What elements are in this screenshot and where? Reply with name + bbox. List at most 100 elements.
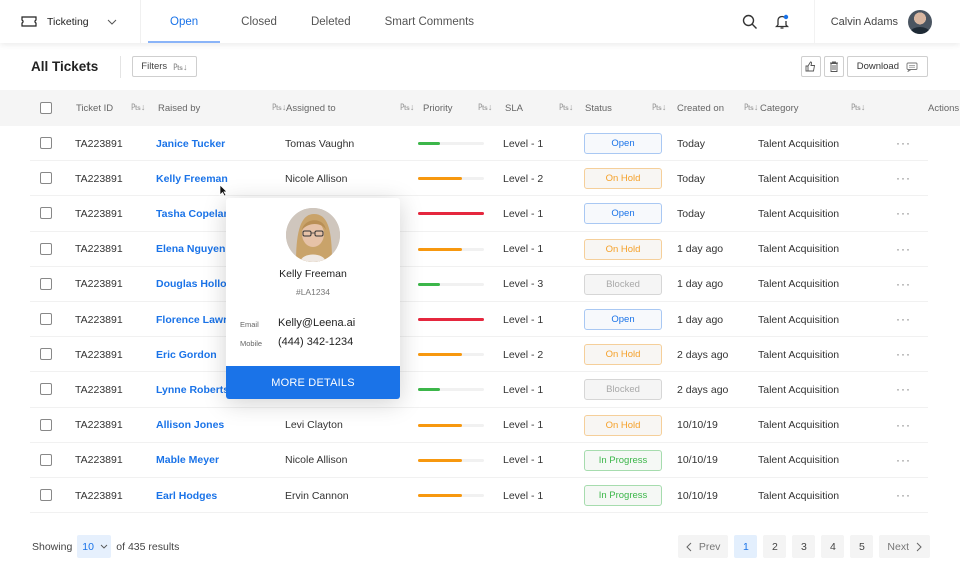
table-row[interactable]: TA223891 Tasha Copeland Level - 1 Open Today… [0,196,960,232]
row-actions-menu[interactable]: ··· [896,382,911,396]
column-header-created-on[interactable]: Created on [677,90,724,126]
page-size-select[interactable]: 10 [77,535,112,558]
assigned-to: Levi Clayton [285,419,343,432]
page-button-5[interactable]: 5 [850,535,874,558]
sort-icon[interactable]: ₧↓ [851,102,865,112]
sort-icon[interactable]: ₧↓ [652,102,666,112]
row-actions-menu[interactable]: ··· [896,277,911,291]
sort-icon[interactable]: ₧↓ [272,102,286,112]
column-header-category[interactable]: Category [760,90,799,126]
table-row[interactable]: TA223891 Douglas Holloway Level - 3 Blocked… [0,267,960,303]
column-header-ticket-id[interactable]: Ticket ID [76,90,113,126]
sla-level: Level - 1 [503,383,544,396]
table-row[interactable]: TA223891 Lynne Roberts Level - 1 Blocked 2 d… [0,372,960,408]
table-row[interactable]: TA223891 Earl Hodges Ervin Cannon Level - 1… [0,478,960,514]
page-button-2[interactable]: 2 [763,535,787,558]
priority-bar-fill [418,177,463,181]
user-menu[interactable]: Calvin Adams [813,0,960,43]
row-actions-menu[interactable]: ··· [896,488,911,502]
delete-button[interactable] [823,56,844,77]
table-row[interactable]: TA223891 Florence Lawrence Level - 1 Open 1 … [0,302,960,338]
table-row[interactable]: TA223891 Mable Meyer Nicole Allison Level -… [0,443,960,479]
raised-by-link[interactable]: Janice Tucker [156,126,225,161]
column-header-sla[interactable]: SLA [505,90,523,126]
raised-by-link[interactable]: Tasha Copeland [156,196,236,231]
row-actions-menu[interactable]: ··· [896,206,911,220]
select-all-checkbox[interactable] [40,102,52,114]
mobile-label: Mobile [240,339,263,348]
created-on: 1 day ago [677,278,724,291]
column-header-priority[interactable]: Priority [423,90,453,126]
tab-smart-comments[interactable]: Smart Comments [372,0,487,43]
prev-page-button[interactable]: Prev [677,535,729,558]
notifications-button[interactable] [768,8,796,36]
row-checkbox[interactable] [40,277,52,290]
row-checkbox[interactable] [40,172,52,185]
row-checkbox[interactable] [40,137,52,149]
row-checkbox[interactable] [40,207,52,220]
status-badge: On Hold [584,168,662,190]
tab-deleted[interactable]: Deleted [298,0,364,43]
column-header-assigned-to[interactable]: Assigned to [286,90,336,126]
row-checkbox[interactable] [40,383,52,396]
approve-button[interactable] [800,56,821,77]
row-actions-menu[interactable]: ··· [896,312,911,326]
raised-by-link[interactable]: Earl Hodges [156,478,217,513]
email-value[interactable]: Kelly@Leena.ai [278,317,355,329]
sort-icon[interactable]: ₧↓ [131,102,145,112]
page-button-3[interactable]: 3 [792,535,816,558]
row-actions-menu[interactable]: ··· [896,453,911,467]
raised-by-link[interactable]: Mable Meyer [156,443,219,478]
sort-icon[interactable]: ₧↓ [744,102,758,112]
sort-icon[interactable]: ₧↓ [559,102,573,112]
table-row[interactable]: TA223891 Elena Nguyen Level - 1 On Hold 1 da… [0,232,960,267]
raised-by-link[interactable]: Elena Nguyen [156,232,225,267]
table-row[interactable]: TA223891 Janice Tucker Tomas Vaughn Level -… [0,126,960,162]
status-badge: On Hold [584,414,662,436]
tab-open[interactable]: Open [148,0,221,43]
page-size-value: 10 [82,540,94,553]
download-button[interactable]: Download [846,56,928,77]
row-actions-menu[interactable]: ··· [896,136,911,150]
created-on: Today [677,172,706,185]
sort-icon[interactable]: ₧↓ [478,102,492,112]
row-checkbox[interactable] [40,242,52,255]
raised-by-link[interactable]: Allison Jones [156,408,224,443]
row-actions-menu[interactable]: ··· [896,347,911,361]
page-button-1[interactable]: 1 [734,535,758,558]
row-actions-menu[interactable]: ··· [896,171,911,185]
priority-bar [418,142,484,145]
more-details-button[interactable]: MORE DETAILS [226,366,400,399]
next-page-button[interactable]: Next [879,535,930,558]
category: Talent Acquisition [758,489,840,502]
created-on: 1 day ago [677,243,724,256]
mobile-value[interactable]: (444) 342-1234 [278,336,353,348]
row-checkbox[interactable] [40,418,52,431]
row-checkbox[interactable] [40,313,52,325]
tab-closed[interactable]: Closed [228,0,290,43]
raised-by-link[interactable]: Eric Gordon [156,337,217,372]
raised-by-link[interactable]: Kelly Freeman [156,161,228,196]
filters-button[interactable]: Filters ₧↓ [132,56,197,77]
column-header-raised-by[interactable]: Raised by [158,90,200,126]
table-row[interactable]: TA223891 Kelly Freeman Nicole Allison Level… [0,161,960,197]
app-switcher[interactable]: Ticketing [0,0,141,43]
search-button[interactable] [736,8,764,36]
table-row[interactable]: TA223891 Eric Gordon Level - 2 On Hold 2 day… [0,337,960,373]
row-checkbox[interactable] [40,489,52,501]
row-checkbox[interactable] [40,453,52,466]
column-header-status[interactable]: Status [585,90,612,126]
user-name: Calvin Adams [830,15,898,28]
row-actions-menu[interactable]: ··· [896,242,911,256]
table-row[interactable]: TA223891 Allison Jones Levi Clayton Level -… [0,408,960,443]
raised-by-link[interactable]: Lynne Roberts [156,372,229,407]
ticket-tabs: Open Closed Deleted Smart Comments [148,0,495,43]
sla-level: Level - 2 [503,348,544,361]
page-button-4[interactable]: 4 [821,535,845,558]
priority-bar [418,212,484,216]
created-on: 10/10/19 [677,454,718,467]
sort-icon[interactable]: ₧↓ [400,102,414,112]
divider [120,55,122,78]
row-checkbox[interactable] [40,348,52,361]
row-actions-menu[interactable]: ··· [896,418,911,432]
